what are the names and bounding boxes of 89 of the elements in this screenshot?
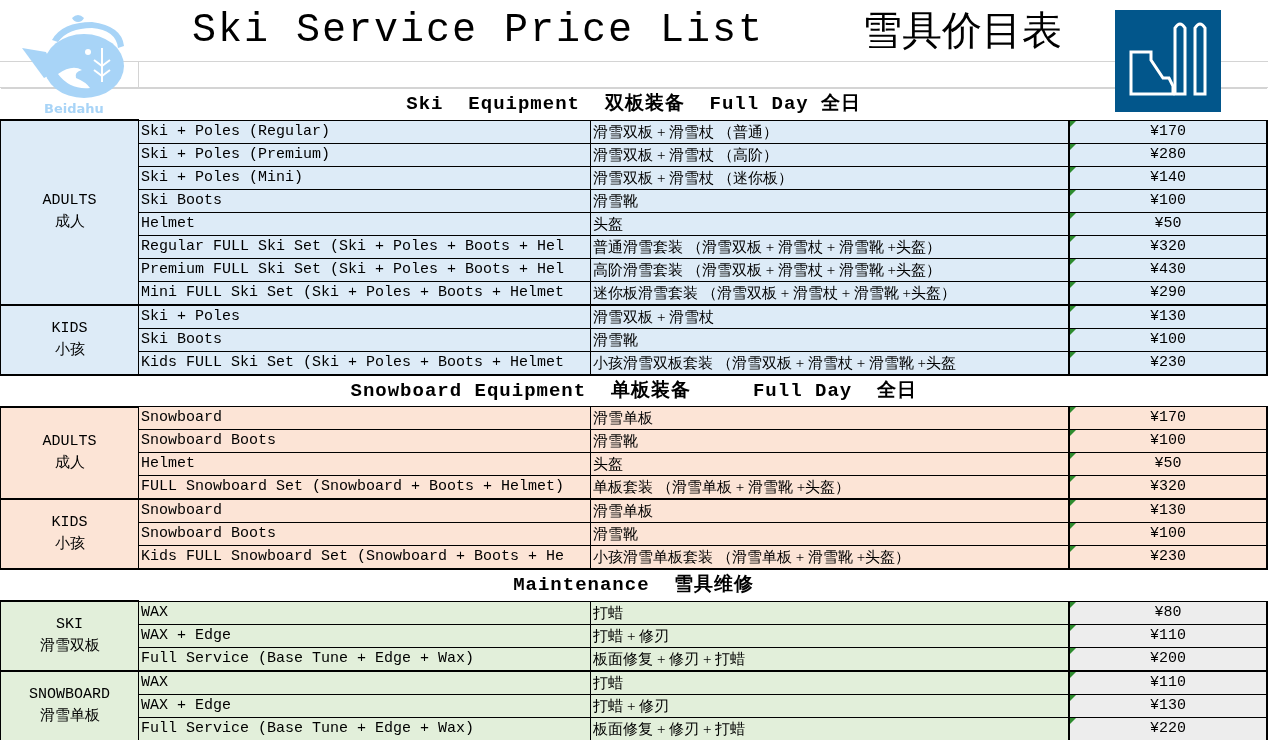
cell-marker-icon <box>1069 694 1076 701</box>
cell-marker-icon <box>1069 235 1076 242</box>
item-name: Full Service (Base Tune + Edge + Wax) <box>138 647 591 671</box>
item-name: WAX + Edge <box>138 694 591 717</box>
item-name: Snowboard Boots <box>138 522 591 546</box>
price-text: ¥230 <box>1149 353 1186 371</box>
cell-marker-icon <box>1069 328 1076 335</box>
price-text: ¥170 <box>1149 409 1186 426</box>
category-label-zh: 小孩 <box>53 534 86 555</box>
cell-marker-icon <box>1069 523 1076 529</box>
cell-marker-icon <box>1069 189 1076 196</box>
category-label-zh: 滑雪双板 <box>38 636 101 657</box>
cell-marker-icon <box>1069 351 1076 358</box>
cell-marker-icon <box>1069 407 1076 413</box>
cell-marker-icon <box>1069 281 1076 288</box>
item-name: WAX <box>138 601 591 624</box>
cell-marker-icon <box>1069 143 1076 150</box>
item-name: Ski + Poles (Mini) <box>138 166 591 189</box>
item-name: Helmet <box>138 452 591 476</box>
cell-marker-icon <box>1069 166 1076 173</box>
price-text: ¥230 <box>1149 548 1186 565</box>
item-name: Mini FULL Ski Set (Ski + Poles + Boots + Helmet <box>138 281 591 305</box>
cell-marker-icon <box>1069 717 1076 724</box>
item-name: WAX <box>138 670 591 694</box>
item-name: Ski + Poles <box>138 304 591 328</box>
section-title: Maintenance 雪具维修 <box>0 569 1267 601</box>
price-text: ¥130 <box>1149 502 1186 519</box>
price-text: ¥320 <box>1149 478 1186 495</box>
item-name: WAX + Edge <box>138 624 591 647</box>
item-name: Kids FULL Ski Set (Ski + Poles + Boots + Helmet <box>138 351 591 375</box>
page-title: Ski Service Price List <box>192 8 765 53</box>
item-name: Snowboard Boots <box>138 429 591 453</box>
category-label-zh: 滑雪单板 <box>38 706 101 727</box>
price-text: ¥100 <box>1149 525 1186 542</box>
category-label-zh: 小孩 <box>53 340 86 361</box>
logo-text: Beidahu <box>44 102 104 116</box>
cell-marker-icon <box>1069 430 1076 436</box>
price-text: ¥50 <box>1154 214 1182 232</box>
item-name: Ski Boots <box>138 189 591 212</box>
cell-marker-icon <box>1069 258 1076 265</box>
category-label-zh: 成人 <box>53 453 86 474</box>
cell-marker-icon <box>1069 453 1076 459</box>
category-label-zh: 成人 <box>53 213 86 234</box>
item-name-zh: 滑雪单板 <box>590 406 1069 430</box>
category-label: SNOWBOARD <box>28 684 112 705</box>
price-text: ¥100 <box>1149 191 1186 209</box>
price-text: ¥100 <box>1149 330 1186 348</box>
category-label: ADULTS <box>41 191 98 212</box>
price-text: ¥430 <box>1149 260 1186 278</box>
item-name: Ski + Poles (Regular) <box>138 120 591 143</box>
cell-marker-icon <box>1069 624 1076 631</box>
category-label: ADULTS <box>41 431 98 452</box>
item-name: Ski + Poles (Premium) <box>138 143 591 166</box>
price-text: ¥50 <box>1154 455 1182 472</box>
price-text: ¥200 <box>1149 649 1186 667</box>
item-name-zh: 打蜡 <box>590 601 1069 624</box>
price-text: ¥170 <box>1149 122 1186 140</box>
price-text: ¥110 <box>1149 626 1186 644</box>
cell-marker-icon <box>1069 601 1076 608</box>
item-name: Regular FULL Ski Set (Ski + Poles + Boots + Hel <box>138 235 591 258</box>
item-name: Snowboard <box>138 499 591 523</box>
price-text: ¥130 <box>1149 696 1186 714</box>
item-name-zh: 滑雪双板 + 滑雪杖 （普通） <box>590 120 1069 143</box>
price-text: ¥220 <box>1149 719 1186 737</box>
price-text: ¥280 <box>1149 145 1186 163</box>
page-title-zh: 雪具价目表 <box>862 7 1063 55</box>
price-text: ¥130 <box>1149 307 1186 325</box>
category-label: SKI <box>55 614 85 635</box>
category-label: KIDS <box>50 318 89 339</box>
item-name: Snowboard <box>138 406 591 430</box>
cell-marker-icon <box>1069 120 1076 127</box>
cell-marker-icon <box>1069 647 1076 654</box>
cell-marker-icon <box>1069 546 1076 552</box>
section-title: Snowboard Equipment 单板装备 Full Day 全日 <box>0 374 1267 407</box>
price-text: ¥100 <box>1149 432 1186 449</box>
cell-marker-icon <box>1069 212 1076 219</box>
item-name: Helmet <box>138 212 591 235</box>
price-text: ¥140 <box>1149 168 1186 186</box>
item-name: Premium FULL Ski Set (Ski + Poles + Boots + Hel <box>138 258 591 281</box>
cell-marker-icon <box>1069 305 1076 312</box>
price-text: ¥110 <box>1149 673 1186 691</box>
cell-marker-icon <box>1069 476 1076 482</box>
price-text: ¥290 <box>1149 283 1186 301</box>
category-label: KIDS <box>50 513 89 533</box>
item-name: Ski Boots <box>138 328 591 351</box>
price-text: ¥320 <box>1149 237 1186 255</box>
cell-marker-icon <box>1069 500 1076 506</box>
cell-marker-icon <box>1069 671 1076 678</box>
price-text: ¥80 <box>1154 603 1182 621</box>
